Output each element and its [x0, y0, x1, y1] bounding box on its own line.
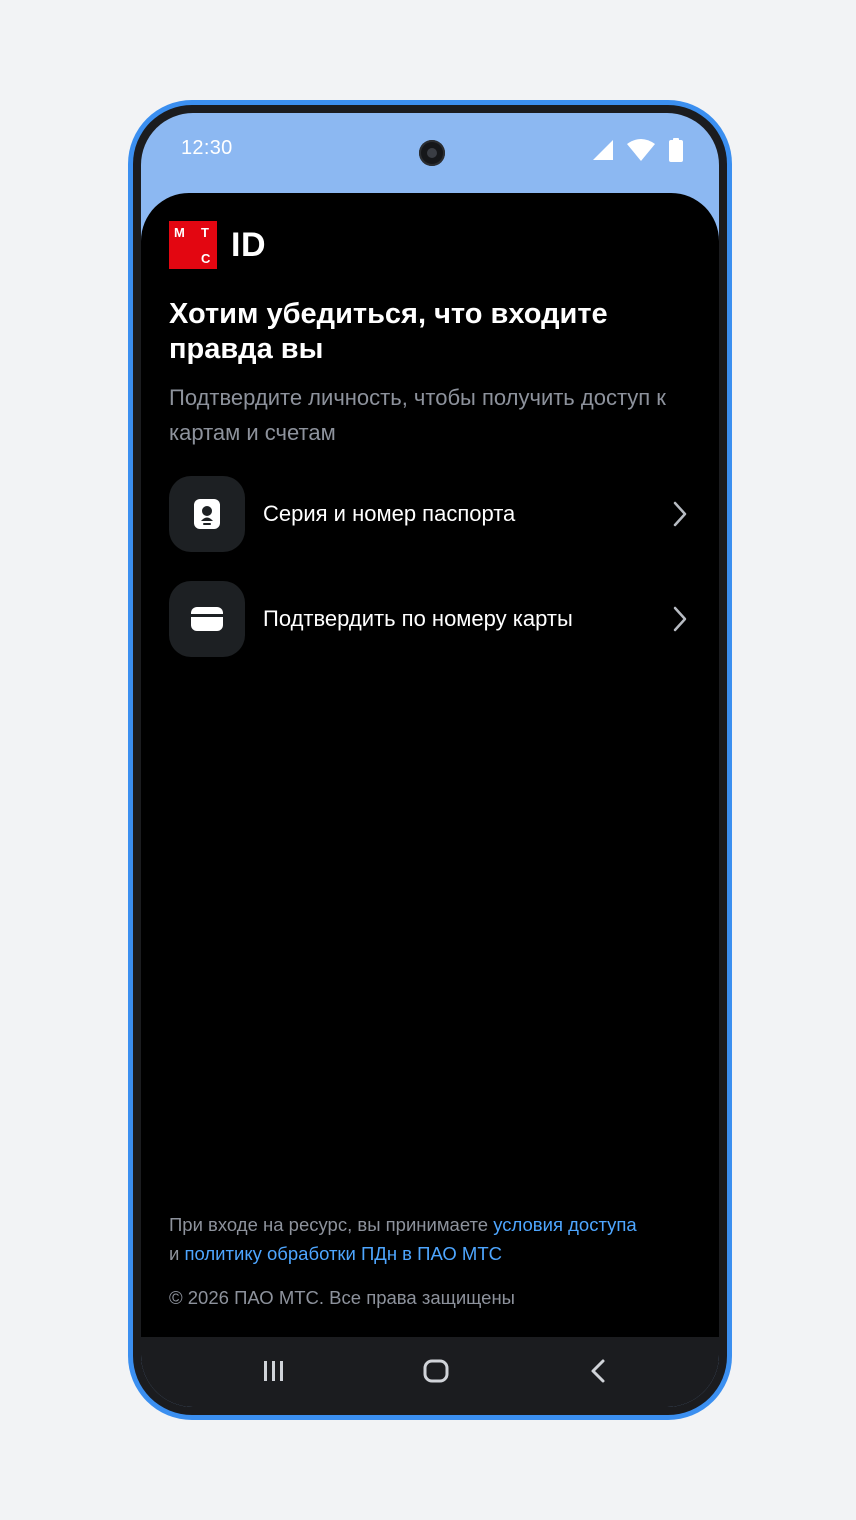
system-nav-bar — [141, 1337, 719, 1407]
mts-logo-mark: М Т С — [169, 221, 217, 269]
card-icon — [169, 581, 245, 657]
phone-frame: 12:30 М Т С ID Хотим убедиться, что вход… — [128, 100, 732, 1420]
legal-middle: и — [169, 1243, 185, 1264]
logo-letter-s: С — [201, 251, 211, 266]
chevron-right-icon — [669, 499, 691, 529]
page-title: Хотим убедиться, что входите правда вы — [169, 298, 608, 365]
terms-link[interactable]: условия доступа — [493, 1214, 636, 1235]
content-sheet: М Т С ID Хотим убедиться, что входите пр… — [141, 193, 719, 1337]
phone-screen: 12:30 М Т С ID Хотим убедиться, что вход… — [141, 113, 719, 1407]
front-camera — [419, 140, 445, 166]
passport-icon — [169, 476, 245, 552]
battery-icon — [669, 138, 683, 167]
copyright-text: © 2026 ПАО МТС. Все права защищены — [169, 1287, 515, 1308]
policy-link[interactable]: политику обработки ПДн в ПАО МТС — [184, 1243, 502, 1264]
status-bar: 12:30 — [141, 113, 719, 193]
signal-icon — [593, 140, 613, 165]
recent-apps-icon[interactable] — [254, 1353, 294, 1389]
status-icons — [593, 138, 683, 167]
phone-bezel: 12:30 М Т С ID Хотим убедиться, что вход… — [133, 105, 727, 1415]
mts-id-logo: М Т С ID — [169, 221, 266, 269]
passport-option-label: Серия и номер паспорта — [263, 501, 516, 526]
wifi-icon — [627, 139, 655, 166]
footer: При входе на ресурс, вы принимаете услов… — [169, 1210, 691, 1311]
back-icon[interactable] — [578, 1353, 618, 1389]
legal-prefix: При входе на ресурс, вы принимаете — [169, 1214, 494, 1235]
page-subtitle: Подтвердите личность, чтобы получить дос… — [169, 385, 666, 445]
logo-id-text: ID — [231, 225, 266, 264]
status-time: 12:30 — [181, 137, 233, 159]
logo-letter-t: Т — [201, 225, 209, 240]
card-option[interactable]: Подтвердить по номеру карты — [169, 580, 691, 658]
chevron-right-icon — [669, 604, 691, 634]
card-option-label: Подтвердить по номеру карты — [263, 606, 573, 631]
passport-option[interactable]: Серия и номер паспорта — [169, 475, 691, 553]
home-icon[interactable] — [416, 1353, 456, 1389]
legal-notice: При входе на ресурс, вы принимаете услов… — [169, 1210, 691, 1268]
logo-letter-m: М — [174, 225, 185, 240]
verification-options: Серия и номер паспорта Подтвердить по но… — [169, 475, 691, 685]
